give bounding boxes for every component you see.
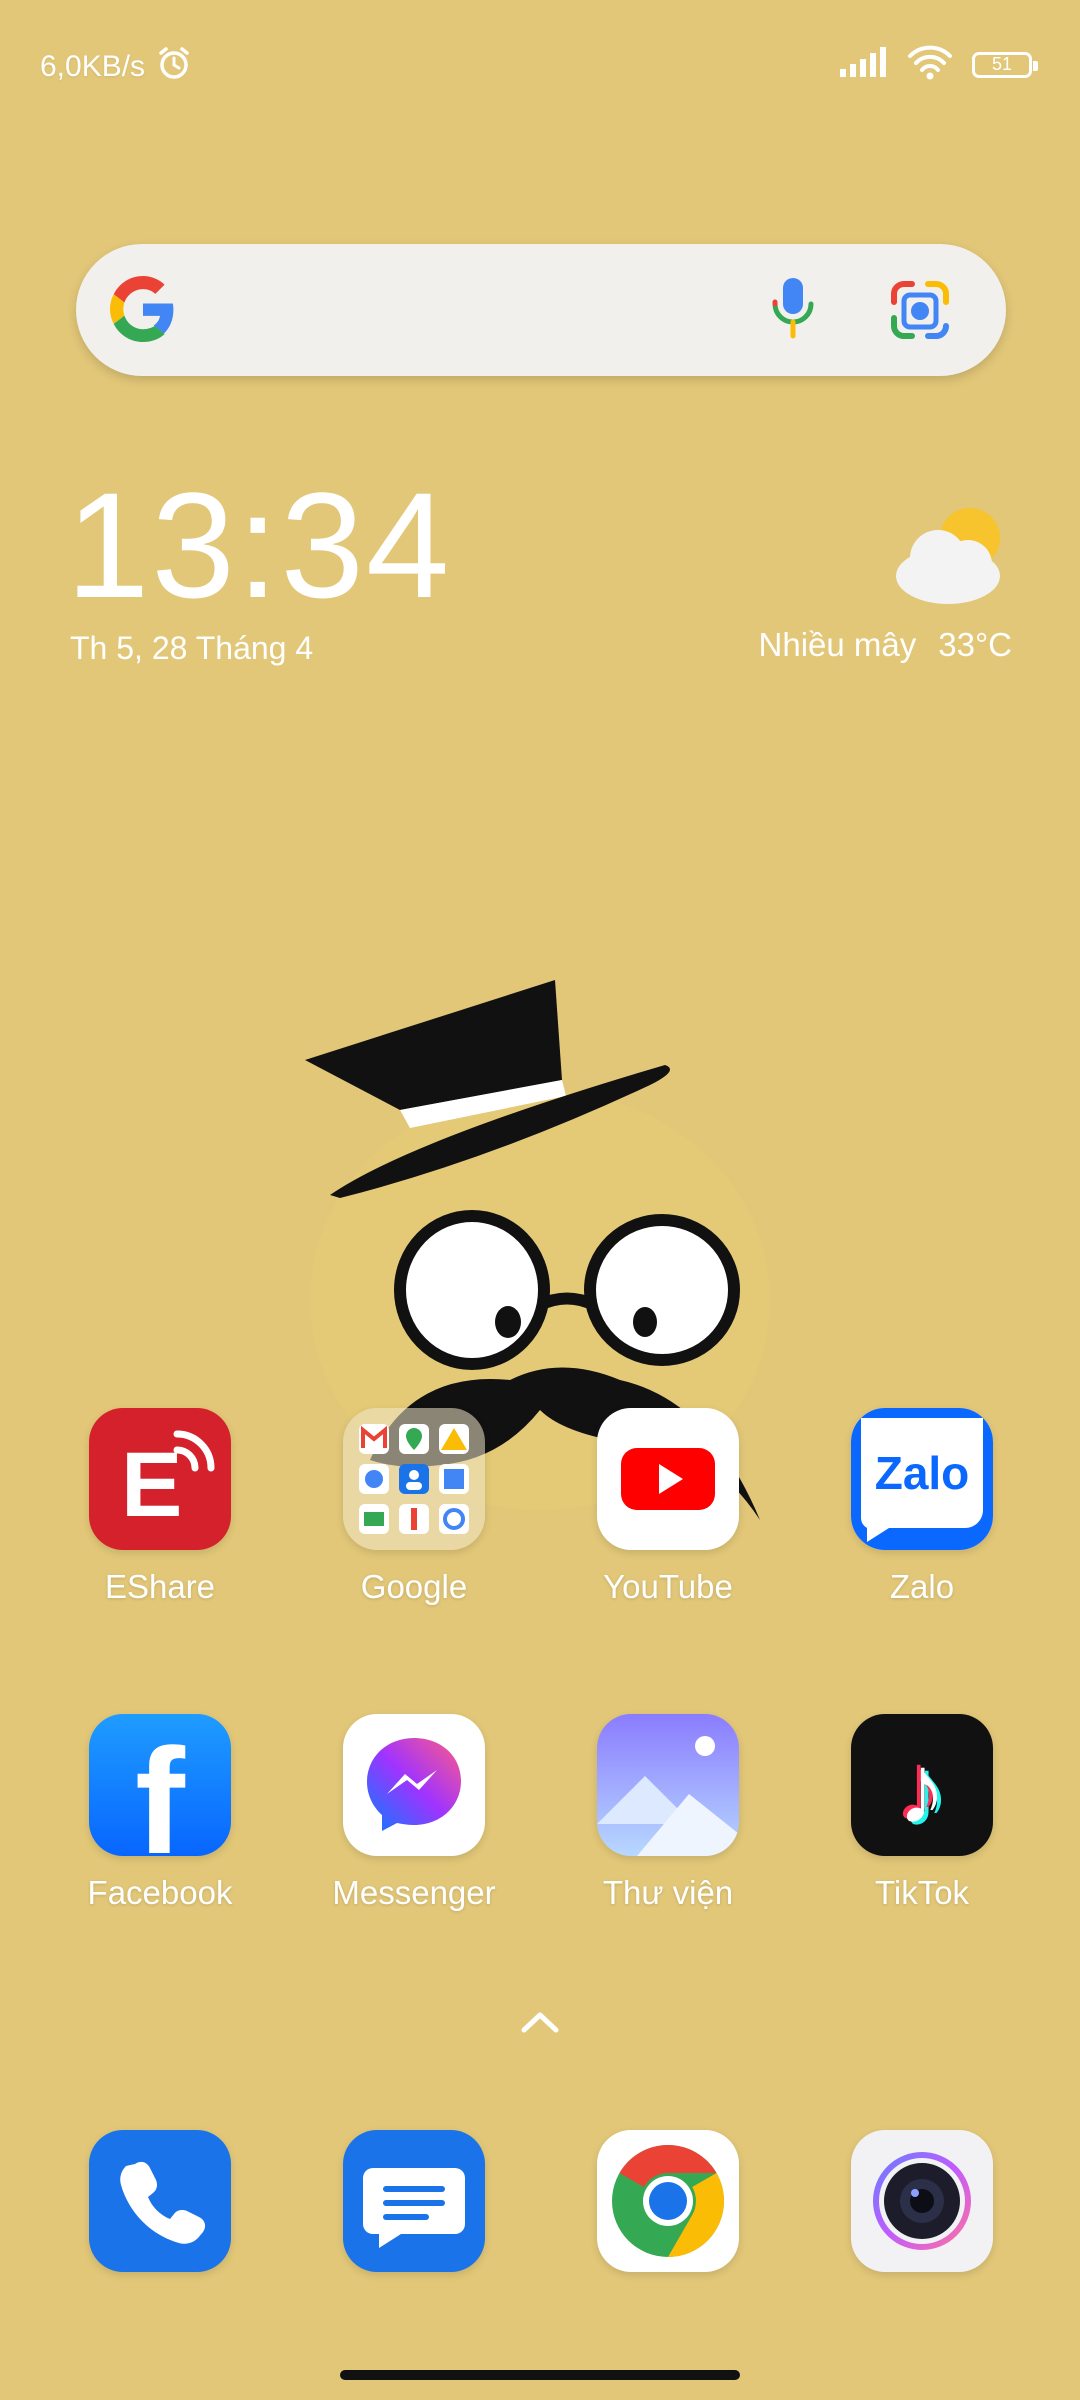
dock-messages[interactable]	[304, 2130, 524, 2272]
lens-icon[interactable]	[890, 280, 950, 345]
tiktok-icon: ♪ ♪ ♪	[851, 1714, 993, 1856]
network-speed: 6,0KB/s	[40, 50, 146, 83]
app-facebook[interactable]: f Facebook	[50, 1714, 270, 1912]
app-label: Google	[360, 1568, 468, 1605]
app-label: EShare	[104, 1568, 216, 1605]
chrome-icon	[597, 2130, 739, 2272]
zalo-icon: Zalo	[851, 1408, 993, 1550]
app-label: TikTok	[874, 1874, 970, 1911]
google-folder-icon	[343, 1408, 485, 1550]
svg-text:E: E	[121, 1434, 182, 1536]
battery-icon: 51	[972, 51, 1038, 78]
messenger-icon	[343, 1714, 485, 1856]
app-tiktok[interactable]: ♪ ♪ ♪ TikTok	[812, 1714, 1032, 1912]
gallery-icon	[597, 1714, 739, 1856]
youtube-icon	[597, 1408, 739, 1550]
app-youtube[interactable]: YouTube	[558, 1408, 778, 1606]
weather-condition: Nhiều mây	[758, 626, 917, 663]
facebook-f: f	[135, 1717, 185, 1856]
eshare-icon: E	[89, 1408, 231, 1550]
app-google-folder[interactable]: Google	[304, 1408, 524, 1606]
clock-time[interactable]: 13:34	[66, 470, 451, 620]
app-gallery[interactable]: Thư viện	[558, 1714, 778, 1912]
gesture-home-bar[interactable]	[340, 2370, 740, 2380]
alarm-icon	[155, 44, 193, 90]
dock-chrome[interactable]	[558, 2130, 778, 2272]
google-g-icon	[110, 276, 176, 347]
app-label: Thư viện	[602, 1874, 734, 1911]
status-bar-left: 6,0KB/s	[40, 44, 193, 90]
app-label: Facebook	[87, 1874, 233, 1911]
partly-cloudy-icon[interactable]	[890, 500, 1010, 615]
phone-icon	[89, 2130, 231, 2272]
signal-icon	[838, 47, 888, 82]
dock-camera[interactable]	[812, 2130, 1032, 2272]
mic-icon[interactable]	[768, 274, 818, 349]
app-eshare[interactable]: E EShare	[50, 1408, 270, 1606]
app-messenger[interactable]: Messenger	[304, 1714, 524, 1912]
battery-level: 51	[991, 54, 1013, 74]
status-bar-right: 51	[838, 44, 1038, 85]
zalo-wordmark: Zalo	[874, 1447, 970, 1499]
google-search-bar[interactable]	[76, 244, 1006, 376]
app-label: Messenger	[332, 1874, 496, 1911]
app-label: YouTube	[603, 1568, 733, 1605]
clock-date[interactable]: Th 5, 28 Tháng 4	[70, 630, 313, 667]
wifi-icon	[906, 44, 954, 85]
app-label: Zalo	[889, 1568, 955, 1605]
tiktok-note-white: ♪	[897, 1734, 947, 1844]
app-drawer-arrow-icon[interactable]	[520, 2010, 560, 2039]
weather-temperature: 33°C	[938, 626, 1012, 663]
facebook-icon: f	[89, 1714, 231, 1856]
camera-icon	[851, 2130, 993, 2272]
weather-info[interactable]: Nhiều mây 33°C	[759, 626, 1012, 664]
app-zalo[interactable]: Zalo Zalo	[812, 1408, 1032, 1606]
dock-phone[interactable]	[50, 2130, 270, 2272]
messages-icon	[343, 2130, 485, 2272]
